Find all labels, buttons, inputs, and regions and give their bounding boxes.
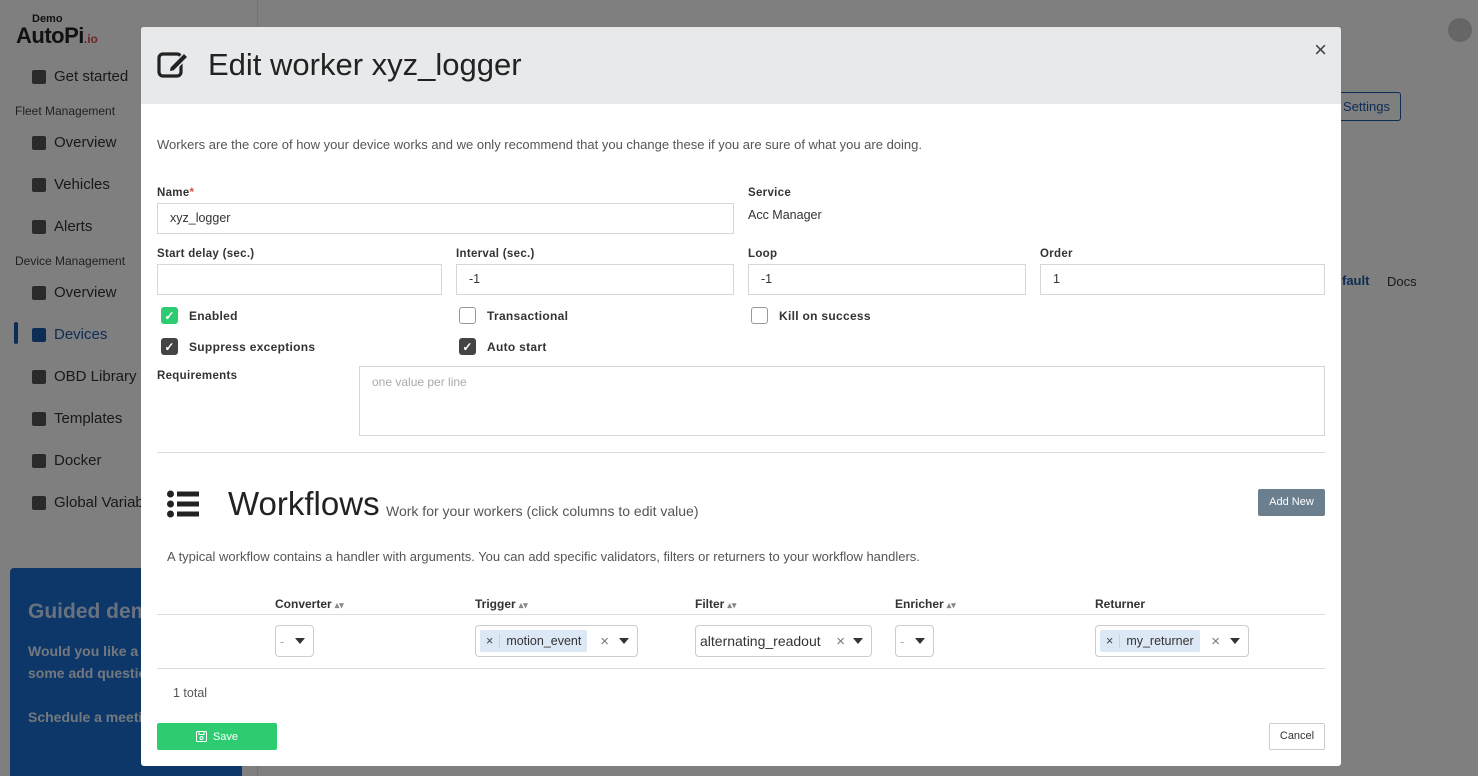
checkbox-empty-icon: [751, 307, 768, 324]
total-count: 1 total: [173, 686, 208, 700]
service-label: Service: [748, 187, 792, 199]
start-delay-field[interactable]: [157, 264, 442, 295]
returner-tag: × my_returner: [1100, 630, 1200, 652]
suppress-exceptions-checkbox[interactable]: ✓ Suppress exceptions: [161, 338, 315, 355]
enabled-checkbox[interactable]: ✓ Enabled: [161, 307, 238, 324]
edit-icon: [157, 51, 189, 78]
sort-icon: ▴▾: [518, 600, 528, 610]
auto-start-checkbox[interactable]: ✓ Auto start: [459, 338, 547, 355]
sort-icon: ▴▾: [334, 600, 344, 610]
loop-field[interactable]: -1: [748, 264, 1026, 295]
chevron-down-icon: [853, 638, 863, 644]
divider: [157, 452, 1325, 453]
requirements-label: Requirements: [157, 370, 238, 382]
workflows-subtitle: Work for your workers (click columns to …: [386, 503, 699, 519]
modal-title: Edit worker xyz_logger: [208, 47, 522, 82]
save-icon: [195, 731, 207, 742]
returner-select[interactable]: × my_returner ×: [1095, 625, 1249, 657]
converter-select[interactable]: -: [275, 625, 314, 657]
order-field[interactable]: 1: [1040, 264, 1325, 295]
edit-worker-modal: Edit worker xyz_logger × Workers are the…: [141, 27, 1341, 766]
transactional-checkbox[interactable]: Transactional: [459, 307, 568, 324]
remove-tag-icon[interactable]: ×: [1100, 634, 1121, 648]
service-value: Acc Manager: [748, 208, 822, 222]
column-header-returner: Returner: [1095, 597, 1146, 611]
cancel-button[interactable]: Cancel: [1269, 723, 1325, 750]
kill-on-success-checkbox[interactable]: Kill on success: [751, 307, 871, 324]
name-field[interactable]: xyz_logger: [157, 203, 734, 234]
filter-select[interactable]: alternating_readout ×: [695, 625, 872, 657]
check-icon: ✓: [161, 338, 178, 355]
interval-label: Interval (sec.): [456, 248, 535, 260]
name-label: Name*: [157, 187, 195, 199]
chevron-down-icon: [915, 638, 925, 644]
chevron-down-icon: [295, 638, 305, 644]
check-icon: ✓: [161, 307, 178, 324]
order-label: Order: [1040, 248, 1073, 260]
table-row-divider: [157, 668, 1325, 669]
intro-text: Workers are the core of how your device …: [157, 137, 923, 152]
chevron-down-icon: [619, 638, 629, 644]
column-header-converter[interactable]: Converter ▴▾: [275, 597, 344, 611]
clear-icon[interactable]: ×: [1211, 633, 1230, 650]
checkbox-empty-icon: [459, 307, 476, 324]
column-header-trigger[interactable]: Trigger ▴▾: [475, 597, 528, 611]
table-header-divider: [157, 614, 1325, 615]
save-button[interactable]: Save: [157, 723, 277, 750]
clear-icon[interactable]: ×: [836, 633, 853, 650]
requirements-textarea[interactable]: one value per line: [359, 366, 1325, 436]
sort-icon: ▴▾: [946, 600, 956, 610]
chevron-down-icon: [1230, 638, 1240, 644]
converter-value: -: [280, 633, 285, 649]
interval-field[interactable]: -1: [456, 264, 734, 295]
modal-header: Edit worker xyz_logger ×: [141, 27, 1341, 104]
workflows-description: A typical workflow contains a handler wi…: [167, 549, 920, 564]
workflows-title: Workflows: [228, 485, 380, 522]
add-new-button[interactable]: Add New: [1258, 489, 1325, 516]
close-icon[interactable]: ×: [1314, 37, 1327, 63]
enricher-value: -: [900, 633, 905, 649]
column-header-enricher[interactable]: Enricher ▴▾: [895, 597, 956, 611]
enricher-select[interactable]: -: [895, 625, 934, 657]
list-icon: [167, 490, 199, 518]
loop-label: Loop: [748, 248, 778, 260]
check-icon: ✓: [459, 338, 476, 355]
column-header-filter[interactable]: Filter ▴▾: [695, 597, 736, 611]
filter-value: alternating_readout: [700, 633, 821, 649]
trigger-tag: × motion_event: [480, 630, 588, 652]
clear-icon[interactable]: ×: [600, 633, 619, 650]
trigger-select[interactable]: × motion_event ×: [475, 625, 638, 657]
start-delay-label: Start delay (sec.): [157, 248, 255, 260]
remove-tag-icon[interactable]: ×: [480, 634, 501, 648]
sort-icon: ▴▾: [727, 600, 737, 610]
